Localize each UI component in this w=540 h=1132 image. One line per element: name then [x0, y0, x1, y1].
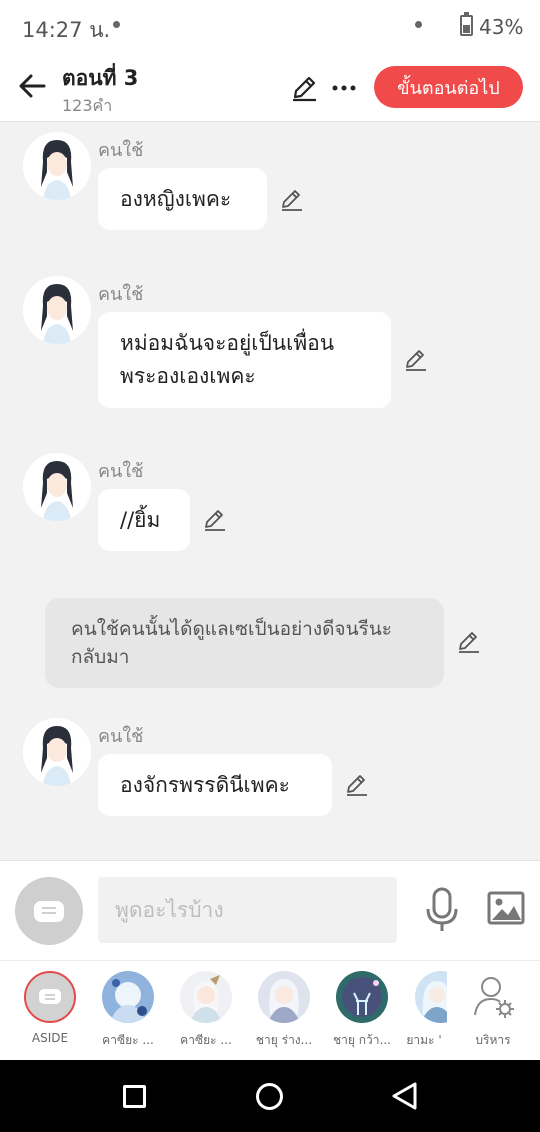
next-step-button[interactable]: ขั้นตอนต่อไป: [374, 66, 523, 108]
avatar[interactable]: [23, 276, 91, 344]
character-bar: ASIDE คาซียะ ... คาซียะ ... ชายุ ร่าง...…: [0, 960, 540, 1060]
speaker-name: คนใช้: [98, 140, 144, 161]
character-avatar: [180, 971, 232, 1023]
character-label: ASIDE: [31, 1031, 69, 1045]
character-item[interactable]: ชายุ ร่าง...: [245, 971, 323, 1050]
character-aside[interactable]: ASIDE: [11, 971, 89, 1045]
speaker-name: คนใช้: [98, 726, 144, 747]
character-avatar: [258, 971, 310, 1023]
message-input[interactable]: [98, 877, 397, 943]
edit-pencil-icon[interactable]: [404, 348, 428, 372]
character-item[interactable]: คาซียะ ...: [167, 971, 245, 1050]
manage-button[interactable]: บริหาร: [454, 971, 532, 1050]
notification-dot-icon: [113, 21, 120, 28]
character-label: คาซียะ ...: [180, 1033, 232, 1047]
status-bar: 14:27 น. 43%: [0, 0, 540, 56]
more-icon[interactable]: [330, 74, 358, 102]
character-avatar: [415, 971, 447, 1023]
character-avatar: [102, 971, 154, 1023]
message-bubble[interactable]: หม่อมฉันจะอยู่เป็นเพื่อน พระองเองเพคะ: [98, 312, 391, 408]
back-triangle-icon[interactable]: [390, 1081, 418, 1111]
notification-dot-icon: [415, 21, 422, 28]
character-label: คาซียะ ...: [102, 1033, 154, 1047]
avatar[interactable]: [23, 453, 91, 521]
edit-pencil-icon[interactable]: [280, 188, 304, 212]
speaker-name: คนใช้: [98, 284, 144, 305]
edit-pencil-icon[interactable]: [203, 508, 227, 532]
battery-icon: [460, 12, 473, 36]
system-nav-bar: [0, 1060, 540, 1132]
battery-level: 43%: [479, 15, 524, 39]
home-icon[interactable]: [256, 1083, 283, 1110]
chat-bubble-icon[interactable]: [15, 877, 83, 945]
avatar[interactable]: [23, 132, 91, 200]
character-label: ชายุ ร่าง...: [255, 1033, 313, 1047]
character-avatar: [336, 971, 388, 1023]
message-bubble[interactable]: //ยิ้ม: [98, 489, 190, 551]
aside-icon: [24, 971, 76, 1023]
narration-bubble[interactable]: คนใช้คนนั้นได้ดูแลเซเป็นอย่างดีจนรีนะ กล…: [45, 598, 444, 688]
edit-icon[interactable]: [290, 74, 318, 102]
avatar[interactable]: [23, 718, 91, 786]
speaker-name: คนใช้: [98, 461, 144, 482]
edit-pencil-icon[interactable]: [457, 630, 481, 654]
character-item[interactable]: ชายุ กว้า...: [323, 971, 401, 1050]
character-label: ชายุ กว้า...: [333, 1033, 391, 1047]
word-count: 123คำ: [62, 96, 113, 115]
header-bar: ตอนที่ 3 123คำ ขั้นตอนต่อไป: [0, 56, 540, 122]
recents-icon[interactable]: [123, 1085, 146, 1108]
character-label: บริหาร: [475, 1033, 511, 1047]
character-item[interactable]: ยามะ ': [401, 971, 447, 1050]
edit-pencil-icon[interactable]: [345, 773, 369, 797]
microphone-icon[interactable]: [424, 887, 460, 933]
input-bar: [0, 860, 540, 960]
episode-title: ตอนที่ 3: [62, 66, 139, 90]
manage-user-icon: [474, 977, 514, 1018]
character-item[interactable]: คาซียะ ...: [89, 971, 167, 1050]
back-arrow-icon[interactable]: [16, 70, 48, 102]
status-time: 14:27 น.: [22, 18, 111, 42]
message-bubble[interactable]: องหญิงเพคะ: [98, 168, 267, 230]
chat-area: คนใช้ องหญิงเพคะ คนใช้ หม่อมฉันจะอยู่เป็…: [0, 122, 540, 860]
image-icon[interactable]: [487, 891, 525, 925]
message-bubble[interactable]: องจักรพรรดินีเพคะ: [98, 754, 332, 816]
character-label: ยามะ ': [406, 1033, 442, 1047]
